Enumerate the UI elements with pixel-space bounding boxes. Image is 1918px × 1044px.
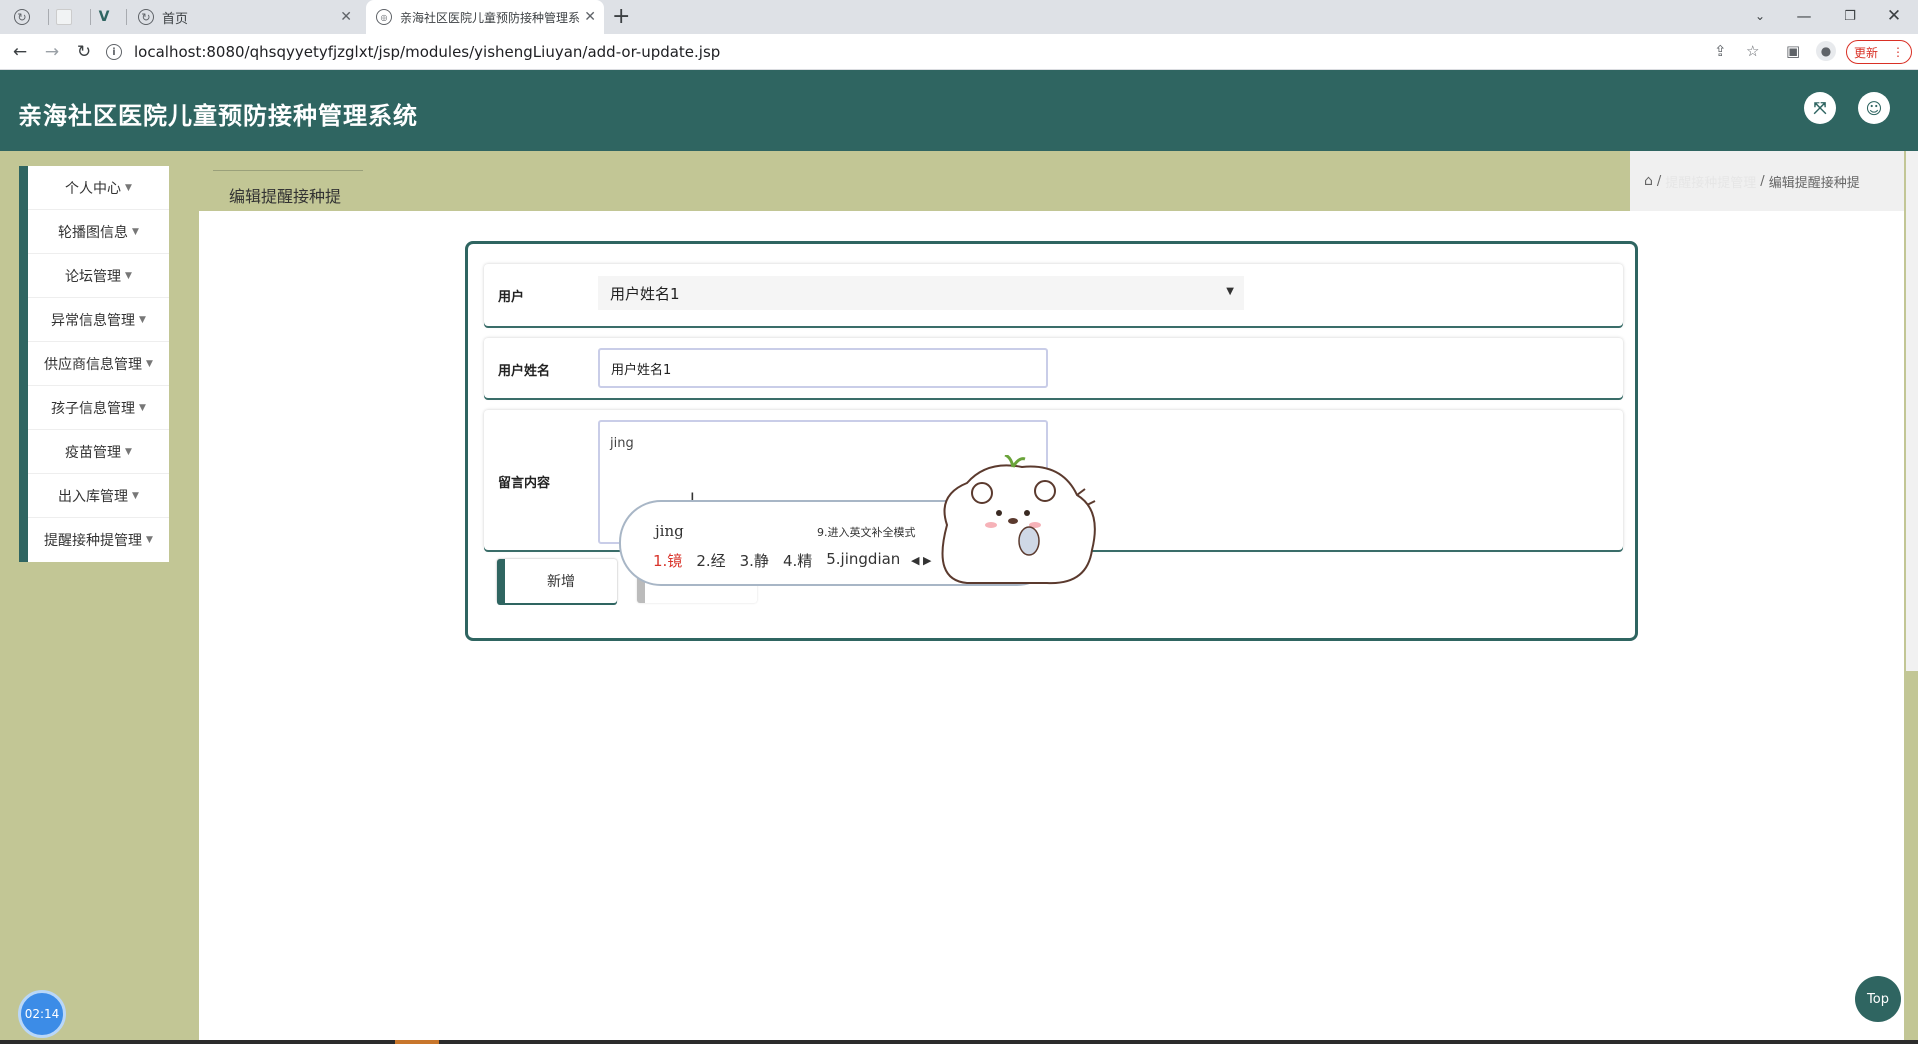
share-icon[interactable]: ⇪ <box>1714 42 1727 60</box>
back-arrow-icon[interactable]: ← <box>8 40 32 64</box>
sidebar-item-label: 异常信息管理 <box>51 312 136 329</box>
caret-down-icon: ▼ <box>146 358 153 369</box>
page-tab-title: 编辑提醒接种提 <box>213 170 363 211</box>
ime-composition: jing <box>655 522 684 540</box>
sidebar-item-label: 轮播图信息 <box>58 224 129 241</box>
ime-candidates: 1.镜 2.经 3.静 4.精 5.jingdian <box>653 550 900 571</box>
ime-candidate[interactable]: 3.静 <box>740 550 769 571</box>
sidebar-item-profile[interactable]: 个人中心 ▼ <box>28 166 169 210</box>
tab-search-chevron-icon[interactable]: ⌄ <box>1738 0 1782 32</box>
bear-mascot-icon <box>941 455 1096 585</box>
sidebar-item-label: 疫苗管理 <box>65 444 122 461</box>
url-field[interactable]: i localhost:8080/qhsqyyetyfjzglxt/jsp/mo… <box>106 37 1906 67</box>
update-label: 更新 <box>1854 45 1879 60</box>
breadcrumb: ⌂ / 提醒接种提管理 / 编辑提醒接种提 <box>1630 151 1904 211</box>
tab-pinned-2[interactable] <box>56 0 86 34</box>
caret-down-icon: ▼ <box>125 270 132 281</box>
sidebar-item-label: 孩子信息管理 <box>51 400 136 417</box>
caret-down-icon: ▼ <box>1226 286 1234 297</box>
tab-pinned-1[interactable]: ↻ <box>14 0 44 34</box>
sidebar-item-children[interactable]: 孩子信息管理 ▼ <box>28 386 169 430</box>
username-value: 用户姓名1 <box>611 362 672 378</box>
form-row-username: 用户姓名 用户姓名1 <box>484 338 1623 398</box>
side-panel-icon[interactable]: ▣ <box>1786 42 1800 60</box>
caret-down-icon: ▼ <box>146 535 153 545</box>
info-icon[interactable]: i <box>106 44 122 60</box>
sidebar-item-exceptions[interactable]: 异常信息管理 ▼ <box>28 298 169 342</box>
username-label: 用户姓名 <box>498 364 551 379</box>
update-button[interactable]: 更新 ⋮ <box>1846 40 1912 64</box>
scrollbar[interactable] <box>1906 151 1918 671</box>
tab-title: 亲海社区医院儿童预防接种管理系 <box>400 10 580 25</box>
url-text: localhost:8080/qhsqyyetyfjzglxt/jsp/modu… <box>134 43 721 61</box>
more-dots-icon: ⋮ <box>1892 45 1904 59</box>
caret-down-icon: ▼ <box>139 402 146 413</box>
sidebar-item-inventory[interactable]: 出入库管理 ▼ <box>28 474 169 518</box>
profile-icon[interactable]: ● <box>1816 41 1836 61</box>
message-label: 留言内容 <box>498 476 551 491</box>
restore-icon[interactable]: ❐ <box>1828 0 1872 32</box>
tab-title: 首页 <box>162 11 189 27</box>
caret-down-icon: ▼ <box>139 314 146 325</box>
bottom-bar <box>0 1040 1918 1044</box>
sidebar-item-reminders[interactable]: 提醒接种提管理 ▼ <box>28 518 169 562</box>
page-icon <box>56 9 72 25</box>
reload-icon[interactable]: ↻ <box>72 40 96 64</box>
ime-candidate[interactable]: 4.精 <box>783 550 812 571</box>
site-icon: ◎ <box>376 9 392 25</box>
user-select-value: 用户姓名1 <box>610 284 680 303</box>
close-icon[interactable]: ✕ <box>584 9 596 25</box>
caret-down-icon: ▼ <box>132 226 139 237</box>
tab-home[interactable]: ↻ 首页 ✕ <box>134 0 360 34</box>
caret-down-icon: ▼ <box>125 182 132 193</box>
vue-icon: V <box>98 9 110 25</box>
app-title: 亲海社区医院儿童预防接种管理系统 <box>18 102 418 130</box>
minimize-icon[interactable]: — <box>1782 0 1826 32</box>
app-header: 亲海社区医院儿童预防接种管理系统 ⤧ ☺ <box>0 70 1918 151</box>
form-row-user: 用户 用户姓名1 ▼ <box>484 264 1623 326</box>
browser-tab-bar: ↻ V ↻ 首页 ✕ ◎ 亲海社区医院儿童预防接种管理系 ✕ + ⌄ — ❐ ✕ <box>0 0 1918 34</box>
clock-widget[interactable]: 02:14 <box>18 990 66 1038</box>
forward-arrow-icon[interactable]: → <box>40 40 64 64</box>
user-avatar-icon[interactable]: ☺ <box>1858 92 1890 124</box>
ime-candidate[interactable]: 1.镜 <box>653 550 682 571</box>
sidebar-item-label: 出入库管理 <box>58 488 129 505</box>
add-button[interactable]: 新增 <box>497 559 617 603</box>
sidebar-item-label: 论坛管理 <box>65 268 122 285</box>
back-to-top-button[interactable]: Top <box>1855 976 1901 1022</box>
user-select[interactable]: 用户姓名1 ▼ <box>598 276 1244 310</box>
user-label: 用户 <box>498 290 525 305</box>
sidebar-item-label: 个人中心 <box>65 180 122 197</box>
tab-pinned-vue[interactable]: V <box>96 0 126 34</box>
new-tab-plus-icon[interactable]: + <box>612 4 630 29</box>
sidebar-item-label: 提醒接种提管理 <box>44 533 143 549</box>
sidebar-item-forum[interactable]: 论坛管理 ▼ <box>28 254 169 298</box>
ime-candidate[interactable]: 2.经 <box>696 550 725 571</box>
sidebar-menu: 个人中心 ▼ 轮播图信息 ▼ 论坛管理 ▼ 异常信息管理 ▼ 供应商信息管理 ▼ 孩子信息… <box>19 166 169 562</box>
globe-icon: ↻ <box>138 9 154 25</box>
breadcrumb-current: 编辑提醒接种提 <box>1768 175 1860 191</box>
home-icon[interactable]: ⌂ <box>1644 173 1653 189</box>
close-icon[interactable]: ✕ <box>340 9 352 25</box>
ime-hint: 9.进入英文补全模式 <box>817 526 916 539</box>
address-bar: ← → ↻ i localhost:8080/qhsqyyetyfjzglxt/… <box>0 34 1918 70</box>
caret-down-icon: ▼ <box>132 490 139 501</box>
caret-down-icon: ▼ <box>125 446 132 457</box>
fullscreen-icon[interactable]: ⤧ <box>1804 92 1836 124</box>
username-input[interactable]: 用户姓名1 <box>598 348 1048 388</box>
sidebar-item-vaccines[interactable]: 疫苗管理 ▼ <box>28 430 169 474</box>
globe-icon: ↻ <box>14 9 30 25</box>
message-value: jing <box>610 436 634 451</box>
sidebar-item-carousel[interactable]: 轮播图信息 ▼ <box>28 210 169 254</box>
tab-active[interactable]: ◎ 亲海社区医院儿童预防接种管理系 ✕ <box>366 0 604 34</box>
star-icon[interactable]: ☆ <box>1746 42 1759 60</box>
sidebar-item-label: 供应商信息管理 <box>44 356 143 373</box>
close-window-icon[interactable]: ✕ <box>1872 0 1916 32</box>
sidebar-item-suppliers[interactable]: 供应商信息管理 ▼ <box>28 342 169 386</box>
breadcrumb-parent[interactable]: 提醒接种提管理 <box>1665 172 1756 191</box>
ime-candidate[interactable]: 5.jingdian <box>826 550 900 571</box>
